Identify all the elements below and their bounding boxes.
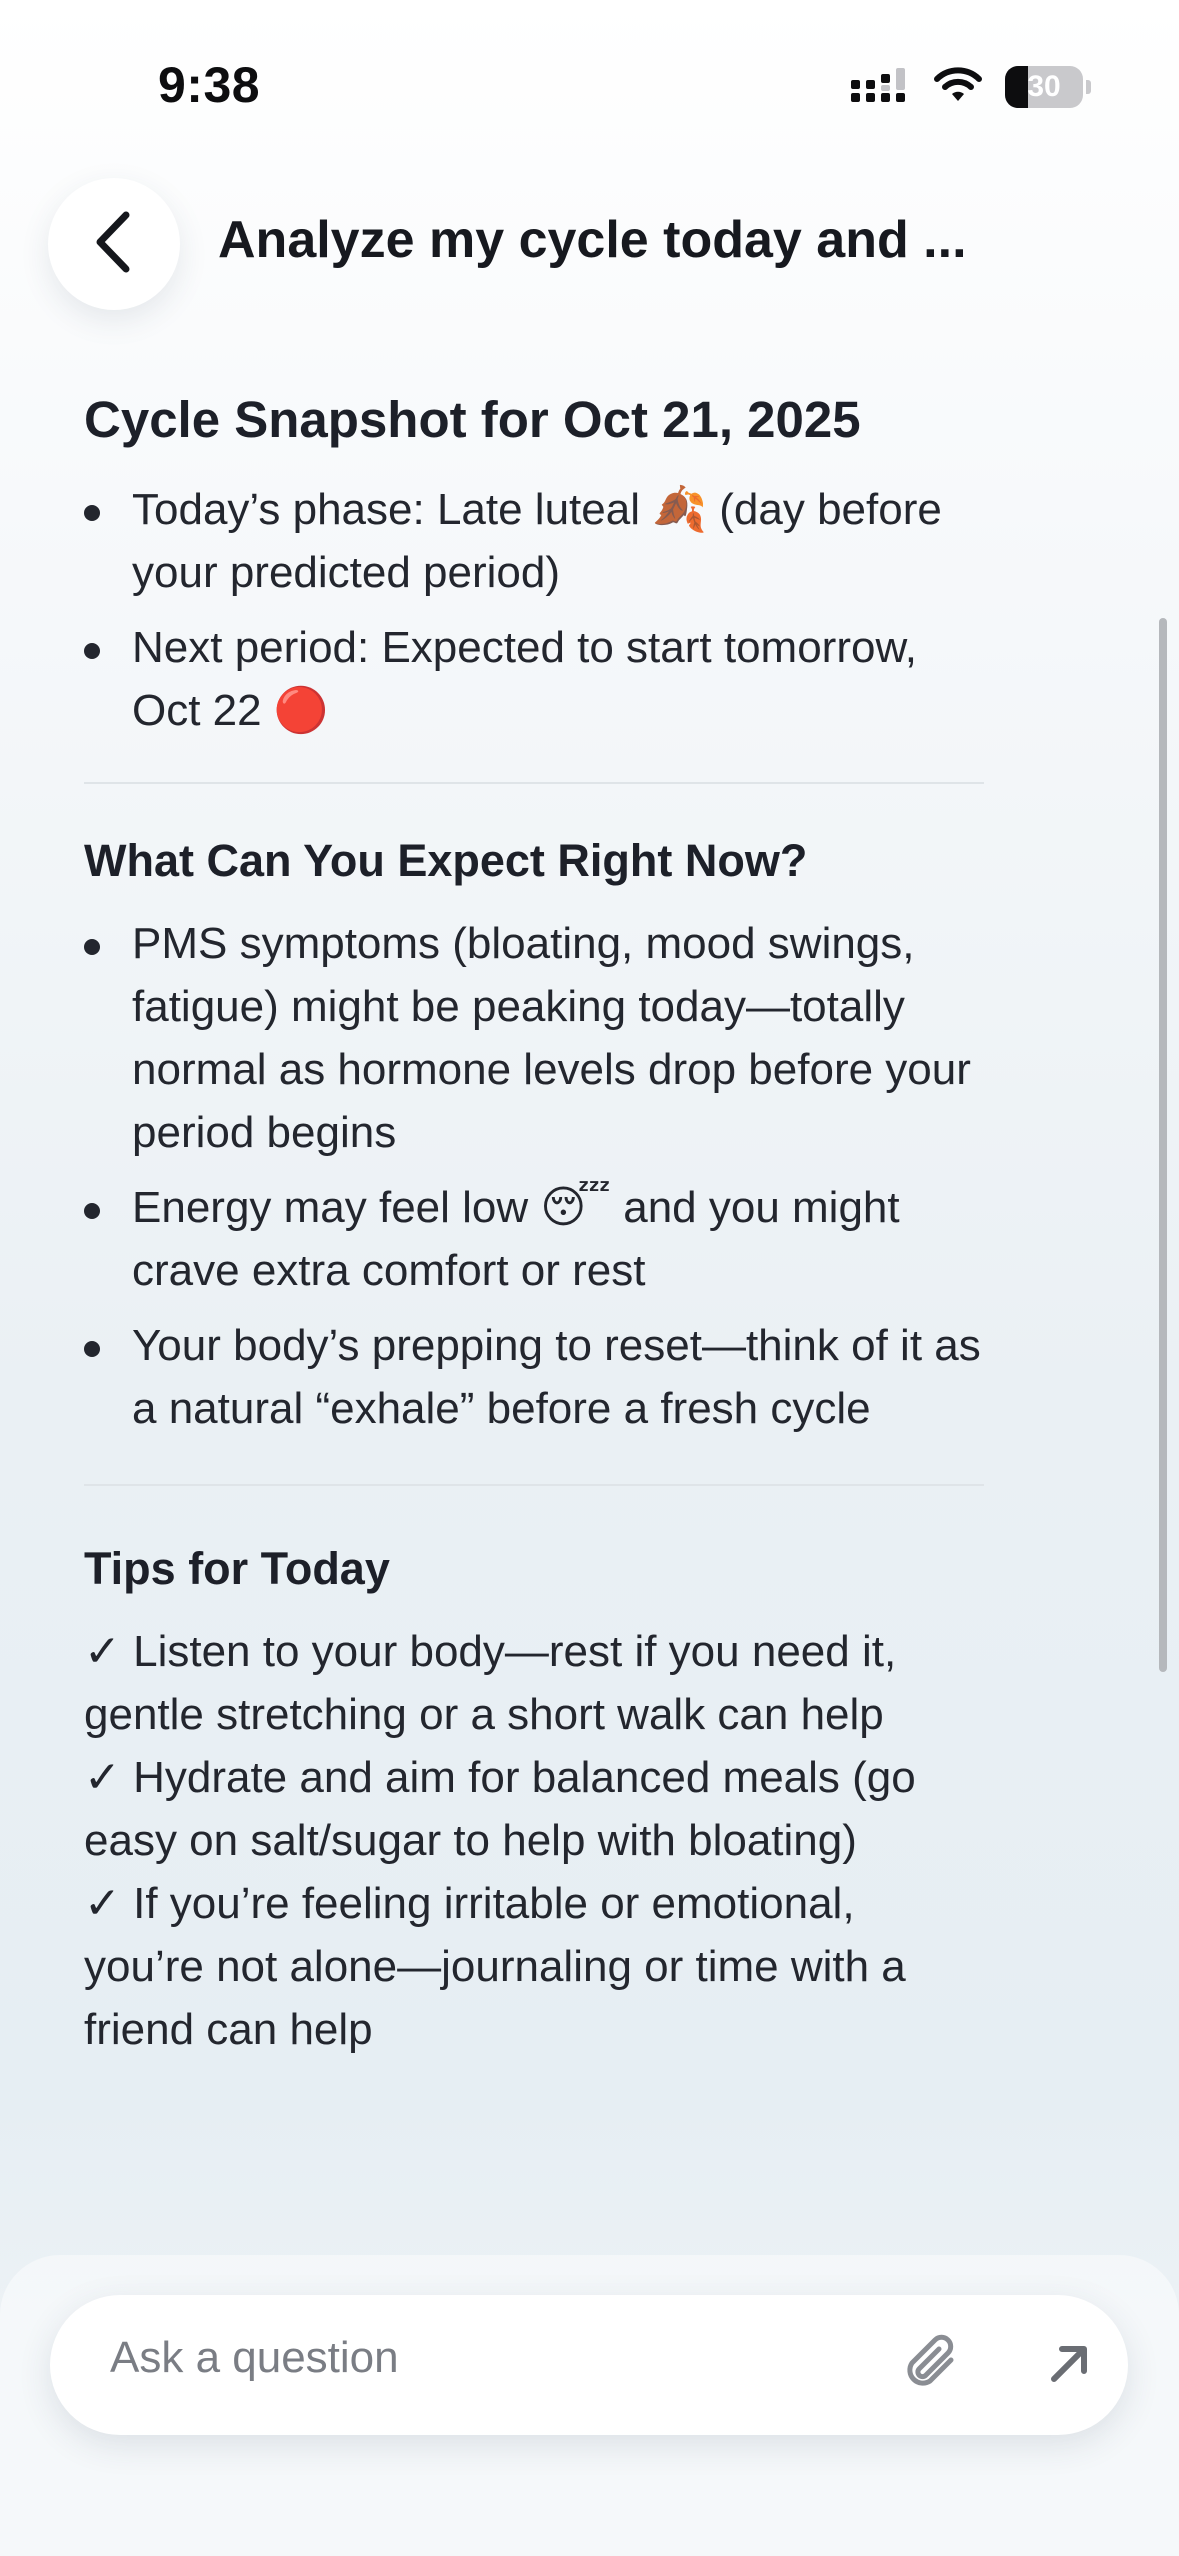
send-button[interactable] xyxy=(1033,2328,1107,2402)
chevron-left-icon xyxy=(92,209,136,280)
scrollbar[interactable] xyxy=(1159,618,1167,1672)
list-item: PMS symptoms (bloating, mood swings, fat… xyxy=(84,912,984,1164)
tips-list: ✓ Listen to your body—rest if you need i… xyxy=(84,1620,984,2061)
expect-list: PMS symptoms (bloating, mood swings, fat… xyxy=(84,912,984,1440)
tip-item: ✓ Listen to your body—rest if you need i… xyxy=(84,1627,897,1739)
expect-heading: What Can You Expect Right Now? xyxy=(84,835,808,886)
assistant-message: Cycle Snapshot for Oct 21, 2025 Today’s … xyxy=(84,385,984,2061)
chat-title: Analyze my cycle today and ... xyxy=(218,211,967,269)
status-icons: 30 xyxy=(849,62,1091,112)
question-input[interactable]: Ask a question xyxy=(50,2295,1128,2435)
status-bar: 9:38 30 xyxy=(0,0,1179,170)
chat-header: Analyze my cycle today and ... xyxy=(0,170,1179,340)
tip-item: ✓ If you’re feeling irritable or emotion… xyxy=(84,1879,906,2054)
composer: Ask a question xyxy=(0,2255,1179,2556)
red-circle-emoji: 🔴 xyxy=(273,685,329,736)
fallen-leaf-emoji: 🍂 xyxy=(652,484,708,535)
list-item: Your body’s prepping to reset—think of i… xyxy=(84,1314,984,1440)
snapshot-heading: Cycle Snapshot for Oct 21, 2025 xyxy=(84,391,861,448)
tip-item: ✓ Hydrate and aim for balanced meals (go… xyxy=(84,1753,916,1865)
list-item: Next period: Expected to start tomorrow,… xyxy=(84,616,984,742)
snapshot-list: Today’s phase: Late luteal 🍂 (day before… xyxy=(84,478,984,742)
input-placeholder: Ask a question xyxy=(110,2333,399,2382)
arrow-up-right-icon xyxy=(1044,2337,1096,2394)
sleeping-face-emoji: 😴 xyxy=(540,1182,611,1233)
battery-level: 30 xyxy=(1027,70,1061,103)
back-button[interactable] xyxy=(48,178,180,310)
list-item: Today’s phase: Late luteal 🍂 (day before… xyxy=(84,478,984,604)
wifi-icon xyxy=(933,66,983,109)
tips-heading: Tips for Today xyxy=(84,1543,390,1594)
list-item: Energy may feel low 😴 and you might crav… xyxy=(84,1176,984,1302)
attach-button[interactable] xyxy=(895,2328,969,2402)
signal-icon xyxy=(849,66,911,109)
status-time: 9:38 xyxy=(158,57,261,113)
divider xyxy=(84,782,984,784)
divider xyxy=(84,1484,984,1486)
paperclip-icon xyxy=(899,2330,965,2401)
battery-icon: 30 xyxy=(1005,66,1091,108)
